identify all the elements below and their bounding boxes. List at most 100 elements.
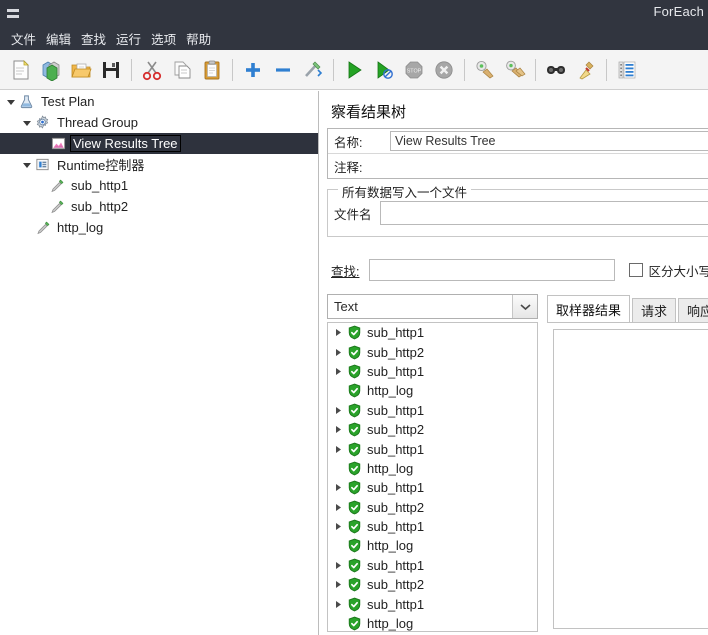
success-shield-icon [346,596,362,612]
title-bar: ForEach [0,0,708,26]
result-row[interactable]: sub_http1 [328,594,537,613]
tree-node-thread-group[interactable]: Thread Group [0,112,318,133]
success-shield-icon [346,325,362,341]
menu-edit[interactable]: 编辑 [41,27,76,50]
expand-arrow-right-icon[interactable] [330,483,346,492]
clear-all-icon[interactable] [500,55,530,85]
search-reset-icon[interactable] [571,55,601,85]
result-row[interactable]: http_log [328,459,537,478]
expand-arrow-right-icon[interactable] [330,348,346,357]
paste-icon[interactable] [197,55,227,85]
tree-node-sub-http2[interactable]: sub_http2 [0,196,318,217]
name-input[interactable]: View Results Tree [390,131,708,151]
expand-arrow-right-icon[interactable] [330,367,346,376]
expand-arrow-right-icon[interactable] [330,522,346,531]
write-all-data-title: 所有数据写入一个文件 [338,182,472,201]
tree-node-test-plan[interactable]: Test Plan [0,91,318,112]
result-row[interactable]: sub_http1 [328,362,537,381]
expand-arrow-right-icon[interactable] [330,328,346,337]
result-label: sub_http2 [367,577,425,593]
toggle-icon[interactable] [298,55,328,85]
expand-arrow-down-icon[interactable] [20,118,34,128]
result-row[interactable]: sub_http1 [328,401,537,420]
success-shield-icon [346,577,362,593]
tab-response-data[interactable]: 响应数据 [678,298,708,322]
result-row[interactable]: sub_http2 [328,498,537,517]
chevron-down-icon[interactable] [512,295,537,318]
result-row[interactable]: sub_http2 [328,420,537,439]
name-comment-box: 名称: View Results Tree 注释: [327,128,708,179]
test-plan-tree[interactable]: Test Plan Thread Group View Results Tree… [0,91,319,635]
templates-icon[interactable] [36,55,66,85]
expand-arrow-right-icon[interactable] [330,561,346,570]
result-label: http_log [367,538,414,554]
result-row[interactable]: sub_http1 [328,439,537,458]
tab-sampler-result[interactable]: 取样器结果 [547,295,631,322]
success-shield-icon [346,557,362,573]
success-shield-icon [346,480,362,496]
collapse-all-icon[interactable] [268,55,298,85]
copy-icon[interactable] [167,55,197,85]
shutdown-icon[interactable] [429,55,459,85]
result-label: sub_http1 [367,402,425,418]
tab-request[interactable]: 请求 [632,298,677,322]
hamburger-icon[interactable] [0,0,26,26]
search-input[interactable] [369,259,616,281]
open-icon[interactable] [66,55,96,85]
tree-node-http-log[interactable]: http_log [0,217,318,238]
success-shield-icon [346,538,362,554]
clear-icon[interactable] [470,55,500,85]
search-icon[interactable] [541,55,571,85]
results-list[interactable]: sub_http1 sub_http2 sub_http1 http_log sub_h… [327,322,538,632]
expand-arrow-right-icon[interactable] [330,445,346,454]
result-label: sub_http1 [367,519,425,535]
expand-all-icon[interactable] [238,55,268,85]
new-icon[interactable] [6,55,36,85]
result-row[interactable]: sub_http1 [328,478,537,497]
filename-input[interactable] [379,201,708,225]
tree-node-sub-http1[interactable]: sub_http1 [0,175,318,196]
menu-help[interactable]: 帮助 [181,27,216,50]
comment-label: 注释: [334,160,363,175]
cut-icon[interactable] [137,55,167,85]
save-icon[interactable] [96,55,126,85]
result-label: sub_http1 [367,363,425,379]
menu-options[interactable]: 选项 [146,27,181,50]
tree-node-runtime-controller[interactable]: Runtime控制器 [0,154,318,175]
start-no-pauses-icon[interactable] [369,55,399,85]
result-row[interactable]: sub_http1 [328,556,537,575]
tree-node-label: sub_http2 [71,199,129,214]
menu-run[interactable]: 运行 [111,27,146,50]
result-row[interactable]: sub_http1 [328,323,537,342]
expand-arrow-down-icon[interactable] [20,160,34,170]
search-label: 查找: [331,264,360,279]
expand-arrow-right-icon[interactable] [330,600,346,609]
comment-row: 注释: [328,153,708,178]
menu-file[interactable]: 文件 [6,27,41,50]
expand-arrow-right-icon[interactable] [330,503,346,512]
tree-node-view-results-tree[interactable]: View Results Tree [0,133,318,154]
result-row[interactable]: sub_http1 [328,517,537,536]
expand-arrow-right-icon[interactable] [330,406,346,415]
sampler-result-text[interactable] [553,329,708,629]
stop-icon[interactable]: STOP [399,55,429,85]
expand-arrow-down-icon[interactable] [4,97,18,107]
function-helper-icon[interactable] [612,55,642,85]
success-shield-icon [346,499,362,515]
success-shield-icon [346,422,362,438]
result-row[interactable]: sub_http2 [328,575,537,594]
case-sensitive-checkbox[interactable] [629,263,644,277]
success-shield-icon [346,519,362,535]
expand-arrow-right-icon[interactable] [330,425,346,434]
start-icon[interactable] [339,55,369,85]
renderer-select[interactable]: Text [327,294,538,319]
result-row[interactable]: http_log [328,614,537,631]
expand-arrow-right-icon[interactable] [330,580,346,589]
menu-search[interactable]: 查找 [76,27,111,50]
result-row[interactable]: sub_http2 [328,342,537,361]
comment-input[interactable] [390,156,708,176]
case-sensitive-wrap[interactable]: 区分大小写 [629,261,708,280]
result-row[interactable]: http_log [328,536,537,555]
result-row[interactable]: http_log [328,381,537,400]
results-column: Text sub_http1 sub_http2 sub_http1 http_log… [327,294,544,635]
